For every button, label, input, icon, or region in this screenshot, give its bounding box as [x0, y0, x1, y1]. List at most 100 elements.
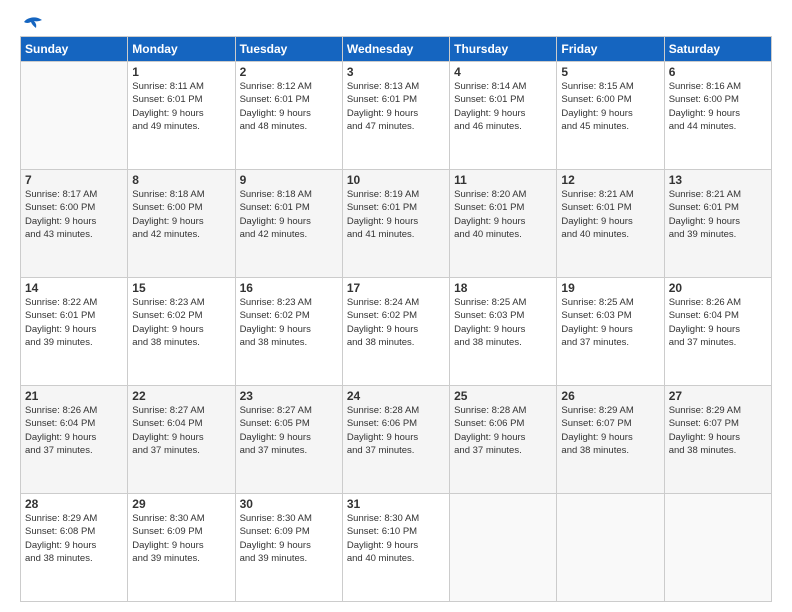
weekday-header-wednesday: Wednesday — [342, 37, 449, 62]
calendar-cell: 29Sunrise: 8:30 AMSunset: 6:09 PMDayligh… — [128, 494, 235, 602]
calendar-cell: 7Sunrise: 8:17 AMSunset: 6:00 PMDaylight… — [21, 170, 128, 278]
day-info: Sunrise: 8:20 AMSunset: 6:01 PMDaylight:… — [454, 188, 552, 241]
day-number: 10 — [347, 173, 445, 187]
calendar-cell: 2Sunrise: 8:12 AMSunset: 6:01 PMDaylight… — [235, 62, 342, 170]
day-info: Sunrise: 8:29 AMSunset: 6:07 PMDaylight:… — [561, 404, 659, 457]
calendar-cell: 21Sunrise: 8:26 AMSunset: 6:04 PMDayligh… — [21, 386, 128, 494]
calendar-cell: 10Sunrise: 8:19 AMSunset: 6:01 PMDayligh… — [342, 170, 449, 278]
weekday-header-friday: Friday — [557, 37, 664, 62]
calendar-cell: 16Sunrise: 8:23 AMSunset: 6:02 PMDayligh… — [235, 278, 342, 386]
day-number: 3 — [347, 65, 445, 79]
day-info: Sunrise: 8:17 AMSunset: 6:00 PMDaylight:… — [25, 188, 123, 241]
day-number: 5 — [561, 65, 659, 79]
calendar-cell: 8Sunrise: 8:18 AMSunset: 6:00 PMDaylight… — [128, 170, 235, 278]
day-number: 11 — [454, 173, 552, 187]
day-info: Sunrise: 8:29 AMSunset: 6:07 PMDaylight:… — [669, 404, 767, 457]
day-info: Sunrise: 8:29 AMSunset: 6:08 PMDaylight:… — [25, 512, 123, 565]
calendar-cell: 9Sunrise: 8:18 AMSunset: 6:01 PMDaylight… — [235, 170, 342, 278]
day-info: Sunrise: 8:24 AMSunset: 6:02 PMDaylight:… — [347, 296, 445, 349]
day-number: 23 — [240, 389, 338, 403]
calendar-week-row: 14Sunrise: 8:22 AMSunset: 6:01 PMDayligh… — [21, 278, 772, 386]
calendar-cell: 27Sunrise: 8:29 AMSunset: 6:07 PMDayligh… — [664, 386, 771, 494]
logo — [20, 20, 44, 30]
day-number: 28 — [25, 497, 123, 511]
calendar-week-row: 7Sunrise: 8:17 AMSunset: 6:00 PMDaylight… — [21, 170, 772, 278]
day-number: 7 — [25, 173, 123, 187]
calendar-cell: 1Sunrise: 8:11 AMSunset: 6:01 PMDaylight… — [128, 62, 235, 170]
weekday-header-tuesday: Tuesday — [235, 37, 342, 62]
weekday-header-saturday: Saturday — [664, 37, 771, 62]
day-info: Sunrise: 8:23 AMSunset: 6:02 PMDaylight:… — [132, 296, 230, 349]
day-number: 16 — [240, 281, 338, 295]
day-info: Sunrise: 8:26 AMSunset: 6:04 PMDaylight:… — [25, 404, 123, 457]
day-number: 9 — [240, 173, 338, 187]
day-info: Sunrise: 8:30 AMSunset: 6:09 PMDaylight:… — [240, 512, 338, 565]
day-number: 25 — [454, 389, 552, 403]
page: SundayMondayTuesdayWednesdayThursdayFrid… — [0, 0, 792, 612]
calendar-cell: 14Sunrise: 8:22 AMSunset: 6:01 PMDayligh… — [21, 278, 128, 386]
weekday-header-thursday: Thursday — [450, 37, 557, 62]
calendar-week-row: 21Sunrise: 8:26 AMSunset: 6:04 PMDayligh… — [21, 386, 772, 494]
calendar-cell: 24Sunrise: 8:28 AMSunset: 6:06 PMDayligh… — [342, 386, 449, 494]
day-number: 14 — [25, 281, 123, 295]
day-info: Sunrise: 8:28 AMSunset: 6:06 PMDaylight:… — [347, 404, 445, 457]
day-info: Sunrise: 8:18 AMSunset: 6:00 PMDaylight:… — [132, 188, 230, 241]
day-number: 15 — [132, 281, 230, 295]
day-info: Sunrise: 8:30 AMSunset: 6:09 PMDaylight:… — [132, 512, 230, 565]
day-info: Sunrise: 8:14 AMSunset: 6:01 PMDaylight:… — [454, 80, 552, 133]
day-number: 8 — [132, 173, 230, 187]
weekday-header-sunday: Sunday — [21, 37, 128, 62]
day-number: 19 — [561, 281, 659, 295]
day-number: 13 — [669, 173, 767, 187]
calendar-cell — [557, 494, 664, 602]
day-number: 22 — [132, 389, 230, 403]
calendar-cell: 18Sunrise: 8:25 AMSunset: 6:03 PMDayligh… — [450, 278, 557, 386]
day-info: Sunrise: 8:27 AMSunset: 6:05 PMDaylight:… — [240, 404, 338, 457]
calendar-cell: 15Sunrise: 8:23 AMSunset: 6:02 PMDayligh… — [128, 278, 235, 386]
day-number: 4 — [454, 65, 552, 79]
day-number: 2 — [240, 65, 338, 79]
day-number: 29 — [132, 497, 230, 511]
day-info: Sunrise: 8:25 AMSunset: 6:03 PMDaylight:… — [561, 296, 659, 349]
day-number: 31 — [347, 497, 445, 511]
calendar-cell: 5Sunrise: 8:15 AMSunset: 6:00 PMDaylight… — [557, 62, 664, 170]
day-number: 12 — [561, 173, 659, 187]
calendar-cell: 13Sunrise: 8:21 AMSunset: 6:01 PMDayligh… — [664, 170, 771, 278]
day-info: Sunrise: 8:19 AMSunset: 6:01 PMDaylight:… — [347, 188, 445, 241]
header — [20, 18, 772, 30]
calendar-cell: 4Sunrise: 8:14 AMSunset: 6:01 PMDaylight… — [450, 62, 557, 170]
day-info: Sunrise: 8:13 AMSunset: 6:01 PMDaylight:… — [347, 80, 445, 133]
calendar-cell: 3Sunrise: 8:13 AMSunset: 6:01 PMDaylight… — [342, 62, 449, 170]
calendar-cell: 17Sunrise: 8:24 AMSunset: 6:02 PMDayligh… — [342, 278, 449, 386]
day-number: 1 — [132, 65, 230, 79]
calendar-cell: 30Sunrise: 8:30 AMSunset: 6:09 PMDayligh… — [235, 494, 342, 602]
day-number: 20 — [669, 281, 767, 295]
day-info: Sunrise: 8:16 AMSunset: 6:00 PMDaylight:… — [669, 80, 767, 133]
calendar-cell: 22Sunrise: 8:27 AMSunset: 6:04 PMDayligh… — [128, 386, 235, 494]
day-info: Sunrise: 8:23 AMSunset: 6:02 PMDaylight:… — [240, 296, 338, 349]
day-info: Sunrise: 8:21 AMSunset: 6:01 PMDaylight:… — [561, 188, 659, 241]
day-info: Sunrise: 8:21 AMSunset: 6:01 PMDaylight:… — [669, 188, 767, 241]
calendar-week-row: 28Sunrise: 8:29 AMSunset: 6:08 PMDayligh… — [21, 494, 772, 602]
calendar-cell: 31Sunrise: 8:30 AMSunset: 6:10 PMDayligh… — [342, 494, 449, 602]
day-number: 17 — [347, 281, 445, 295]
logo-bird-icon — [22, 16, 44, 34]
day-info: Sunrise: 8:25 AMSunset: 6:03 PMDaylight:… — [454, 296, 552, 349]
day-info: Sunrise: 8:27 AMSunset: 6:04 PMDaylight:… — [132, 404, 230, 457]
day-number: 6 — [669, 65, 767, 79]
day-info: Sunrise: 8:30 AMSunset: 6:10 PMDaylight:… — [347, 512, 445, 565]
day-info: Sunrise: 8:28 AMSunset: 6:06 PMDaylight:… — [454, 404, 552, 457]
day-number: 21 — [25, 389, 123, 403]
calendar-cell: 25Sunrise: 8:28 AMSunset: 6:06 PMDayligh… — [450, 386, 557, 494]
day-number: 24 — [347, 389, 445, 403]
calendar-cell: 11Sunrise: 8:20 AMSunset: 6:01 PMDayligh… — [450, 170, 557, 278]
day-info: Sunrise: 8:22 AMSunset: 6:01 PMDaylight:… — [25, 296, 123, 349]
calendar-week-row: 1Sunrise: 8:11 AMSunset: 6:01 PMDaylight… — [21, 62, 772, 170]
weekday-header-monday: Monday — [128, 37, 235, 62]
day-info: Sunrise: 8:11 AMSunset: 6:01 PMDaylight:… — [132, 80, 230, 133]
calendar-cell — [21, 62, 128, 170]
day-info: Sunrise: 8:12 AMSunset: 6:01 PMDaylight:… — [240, 80, 338, 133]
calendar-cell: 6Sunrise: 8:16 AMSunset: 6:00 PMDaylight… — [664, 62, 771, 170]
calendar-cell — [450, 494, 557, 602]
calendar: SundayMondayTuesdayWednesdayThursdayFrid… — [20, 36, 772, 602]
